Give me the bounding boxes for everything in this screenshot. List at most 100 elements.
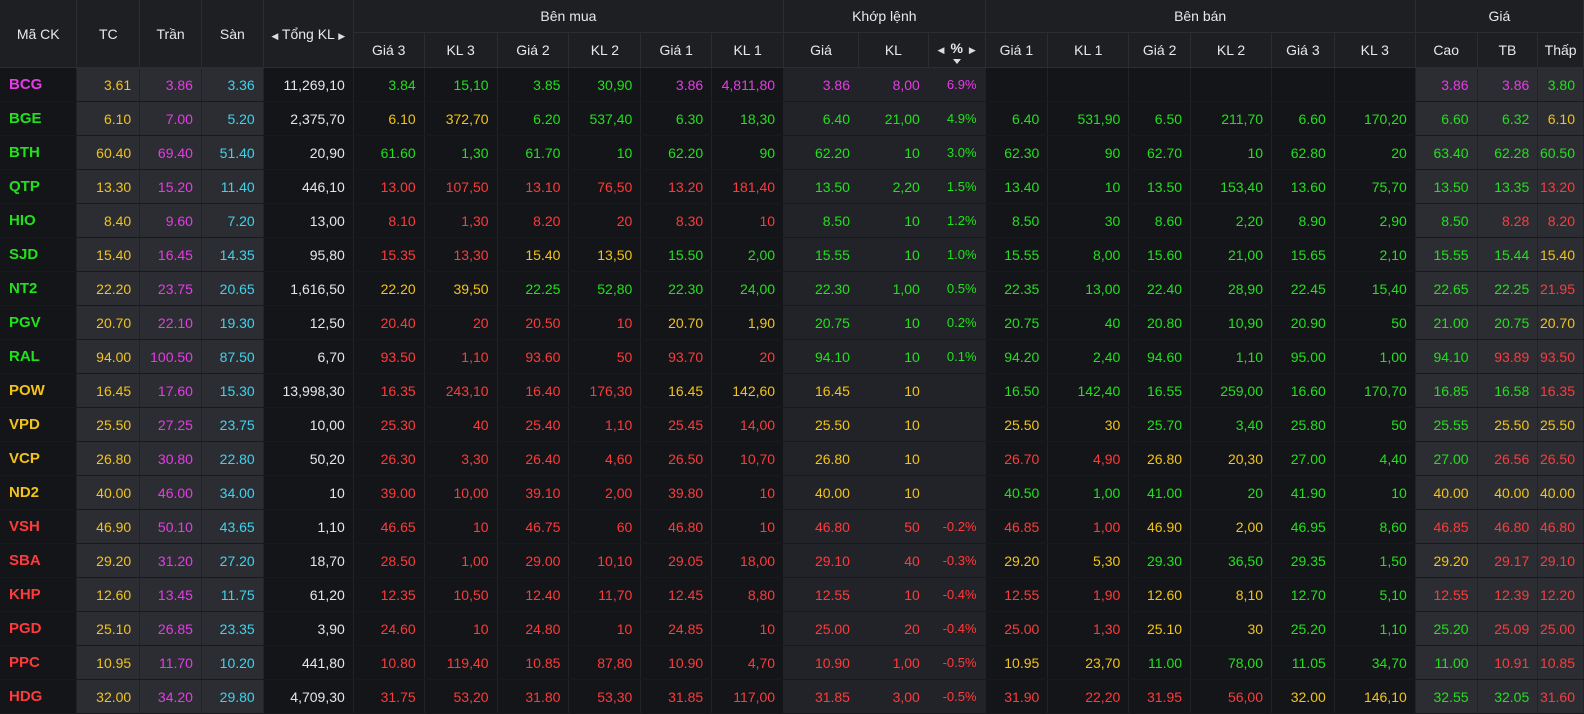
cell-low: 31.60: [1537, 679, 1584, 714]
col-header-san[interactable]: Sàn: [201, 0, 264, 68]
cell-total-volume: 3,90: [263, 611, 354, 646]
col-header-tb[interactable]: TB: [1477, 32, 1539, 68]
col-header-sell-gia2[interactable]: Giá 2: [1128, 32, 1192, 68]
cell-buy-vol-1: 142,60: [711, 373, 785, 408]
caret-left-icon[interactable]: ◀: [271, 31, 278, 41]
table-row[interactable]: VCP 26.80 30.80 22.80 50,20 26.30 3,30 26.40 4,6…: [0, 441, 1584, 476]
col-header-tong-kl[interactable]: ◀ Tổng KL ▶: [263, 0, 354, 68]
cell-code[interactable]: SBA: [0, 543, 78, 578]
col-header-cao[interactable]: Cao: [1415, 32, 1478, 68]
group-header-khop-lenh: Khớp lệnh: [783, 0, 986, 33]
col-header-buy-gia3[interactable]: Giá 3: [353, 32, 425, 68]
col-header-sell-gia1[interactable]: Giá 1: [985, 32, 1049, 68]
col-header-code[interactable]: Mã CK: [0, 0, 78, 68]
table-row[interactable]: BCG 3.61 3.86 3.36 11,269,10 3.84 15,10 3.85 30,…: [0, 67, 1584, 102]
caret-left-icon[interactable]: ◀: [938, 45, 945, 56]
cell-sell-price-1: 62.30: [985, 135, 1049, 170]
col-header-buy-kl2[interactable]: KL 2: [568, 32, 642, 68]
cell-sell-vol-1: 1,90: [1047, 577, 1130, 612]
cell-buy-price-2: 31.80: [497, 679, 570, 714]
table-row[interactable]: PGD 25.10 26.85 23.35 3,90 24.60 10 24.80 10 24.8…: [0, 611, 1584, 646]
table-row[interactable]: BGE 6.10 7.00 5.20 2,375,70 6.10 372,70 6.20 537…: [0, 101, 1584, 136]
cell-code[interactable]: SJD: [0, 237, 78, 272]
cell-tc: 26.80: [76, 441, 141, 476]
cell-low: 46.80: [1537, 509, 1584, 544]
col-header-buy-gia2[interactable]: Giá 2: [497, 32, 570, 68]
col-header-tc[interactable]: TC: [76, 0, 141, 68]
cell-code[interactable]: BTH: [0, 135, 78, 170]
table-row[interactable]: BTH 60.40 69.40 51.40 20,90 61.60 1,30 61.70 10 6…: [0, 135, 1584, 170]
table-row[interactable]: QTP 13.30 15.20 11.40 446,10 13.00 107,50 13.10…: [0, 169, 1584, 204]
table-row[interactable]: ND2 40.00 46.00 34.00 10 39.00 10,00 39.10 2,00 3…: [0, 475, 1584, 510]
table-row[interactable]: VSH 46.90 50.10 43.65 1,10 46.65 10 46.75 60 46.8…: [0, 509, 1584, 544]
cell-sell-price-1: 40.50: [985, 475, 1049, 510]
table-row[interactable]: HDG 32.00 34.20 29.80 4,709,30 31.75 53,20 31.8…: [0, 679, 1584, 714]
col-header-sell-gia3[interactable]: Giá 3: [1271, 32, 1335, 68]
cell-buy-price-2: 24.80: [497, 611, 570, 646]
col-header-thap[interactable]: Thấp: [1537, 32, 1584, 68]
cell-sell-vol-3: 20: [1334, 135, 1416, 170]
cell-code[interactable]: VPD: [0, 407, 78, 442]
cell-code[interactable]: HIO: [0, 203, 78, 238]
cell-code[interactable]: POW: [0, 373, 78, 408]
cell-sell-price-3: 16.60: [1271, 373, 1335, 408]
cell-buy-vol-2: 2,00: [568, 475, 642, 510]
cell-code[interactable]: VSH: [0, 509, 78, 544]
table-row[interactable]: RAL 94.00 100.50 87.50 6,70 93.50 1,10 93.60 50 9…: [0, 339, 1584, 374]
col-header-sell-kl1[interactable]: KL 1: [1047, 32, 1130, 68]
table-row[interactable]: KHP 12.60 13.45 11.75 61,20 12.35 10,50 12.40 11…: [0, 577, 1584, 612]
table-row[interactable]: SBA 29.20 31.20 27.20 18,70 28.50 1,00 29.00 10,…: [0, 543, 1584, 578]
table-row[interactable]: PGV 20.70 22.10 19.30 12,50 20.40 20 20.50 10 20.…: [0, 305, 1584, 340]
col-header-match-pct[interactable]: ◀ % ▶: [928, 32, 986, 68]
cell-sell-vol-1: 1,00: [1047, 475, 1130, 510]
col-header-match-kl[interactable]: KL: [858, 32, 929, 68]
cell-code[interactable]: VCP: [0, 441, 78, 476]
table-row[interactable]: NT2 22.20 23.75 20.65 1,616,50 22.20 39,50 22.2…: [0, 271, 1584, 306]
table-row[interactable]: PPC 10.95 11.70 10.20 441,80 10.80 119,40 10.85…: [0, 645, 1584, 680]
table-row[interactable]: POW 16.45 17.60 15.30 13,998,30 16.35 243,10 16…: [0, 373, 1584, 408]
cell-match-price: 26.80: [783, 441, 859, 476]
cell-code[interactable]: ND2: [0, 475, 78, 510]
cell-sell-vol-2: 20,30: [1190, 441, 1273, 476]
col-header-tran[interactable]: Trần: [139, 0, 202, 68]
col-header-match-gia[interactable]: Giá: [783, 32, 859, 68]
table-row[interactable]: VPD 25.50 27.25 23.75 10,00 25.30 40 25.40 1,10 2…: [0, 407, 1584, 442]
cell-low: 15.40: [1537, 237, 1584, 272]
cell-code[interactable]: NT2: [0, 271, 78, 306]
cell-code[interactable]: PPC: [0, 645, 78, 680]
col-header-sell-kl2[interactable]: KL 2: [1190, 32, 1273, 68]
cell-code[interactable]: PGV: [0, 305, 78, 340]
cell-tran: 26.85: [139, 611, 202, 646]
cell-tc: 16.45: [76, 373, 141, 408]
col-header-buy-kl1[interactable]: KL 1: [711, 32, 785, 68]
cell-buy-price-3: 22.20: [353, 271, 425, 306]
cell-match-price: 31.85: [783, 679, 859, 714]
col-header-sell-kl3[interactable]: KL 3: [1334, 32, 1416, 68]
cell-san: 34.00: [201, 475, 264, 510]
cell-code[interactable]: BGE: [0, 101, 78, 136]
table-row[interactable]: SJD 15.40 16.45 14.35 95,80 15.35 13,30 15.40 13…: [0, 237, 1584, 272]
cell-code[interactable]: HDG: [0, 679, 78, 714]
cell-avg: 93.89: [1477, 339, 1539, 374]
caret-right-icon[interactable]: ▶: [969, 45, 976, 56]
cell-code[interactable]: PGD: [0, 611, 78, 646]
caret-right-icon[interactable]: ▶: [338, 31, 345, 41]
cell-total-volume: 10: [263, 475, 354, 510]
cell-tc: 25.10: [76, 611, 141, 646]
cell-code[interactable]: KHP: [0, 577, 78, 612]
cell-sell-price-3: 20.90: [1271, 305, 1335, 340]
cell-avg: 12.39: [1477, 577, 1539, 612]
cell-change-pct: 6.9%: [928, 67, 986, 102]
cell-avg: 8.28: [1477, 203, 1539, 238]
cell-buy-price-3: 39.00: [353, 475, 425, 510]
table-row[interactable]: HIO 8.40 9.60 7.20 13,00 8.10 1,30 8.20 20 8.30 10…: [0, 203, 1584, 238]
col-header-buy-gia1[interactable]: Giá 1: [640, 32, 713, 68]
col-header-buy-kl3[interactable]: KL 3: [424, 32, 498, 68]
cell-avg: 16.58: [1477, 373, 1539, 408]
cell-code[interactable]: QTP: [0, 169, 78, 204]
cell-code[interactable]: BCG: [0, 67, 78, 102]
cell-avg: 15.44: [1477, 237, 1539, 272]
cell-sell-price-2: 15.60: [1128, 237, 1192, 272]
cell-sell-vol-3: 15,40: [1334, 271, 1416, 306]
cell-code[interactable]: RAL: [0, 339, 78, 374]
